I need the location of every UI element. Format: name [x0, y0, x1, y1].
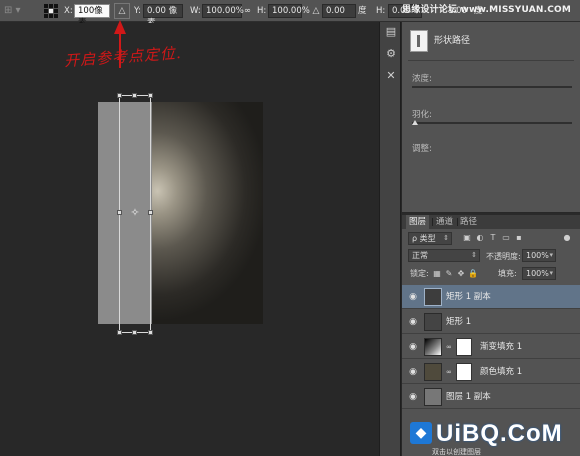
mask-link-icon[interactable]: ∞	[446, 367, 452, 377]
height-scale-field[interactable]: 100.00%	[268, 4, 310, 18]
layer-mask-thumb	[456, 363, 472, 381]
degree-label: 度	[358, 6, 367, 16]
layer-name: 矩形 1 副本	[446, 292, 491, 302]
pixel-layer-thumb-icon	[424, 388, 442, 406]
feather-label: 羽化:	[412, 110, 432, 120]
filter-smart-icon[interactable]: ▪	[514, 233, 524, 243]
layer-row[interactable]: ◉ ∞ 渐变填充 1	[402, 335, 580, 359]
layer-row[interactable]: ◉ 矩形 1	[402, 310, 580, 334]
lock-paint-icon[interactable]: ✎	[444, 269, 454, 279]
strip-button-1[interactable]: ▤	[383, 24, 399, 40]
layer-row[interactable]: ◉ 矩形 1 副本	[402, 285, 580, 309]
properties-panel: 形状路径 浓度: 羽化: 调整:	[402, 22, 580, 212]
transform-handle-bottom-right[interactable]	[148, 330, 153, 335]
opacity-field[interactable]: 100% ▾	[522, 249, 556, 262]
mask-link-icon[interactable]: ∞	[446, 342, 452, 352]
shape-layer-thumb-icon	[424, 288, 442, 306]
width-scale-field[interactable]: 100.00%	[202, 4, 244, 18]
transform-handle-top-left[interactable]	[117, 93, 122, 98]
panel-tabs: 图层 通道 路径	[402, 215, 580, 229]
chevron-down-icon: ▾	[549, 269, 553, 277]
blend-mode-select[interactable]: 正常 ⇕	[408, 249, 480, 262]
visibility-eye-icon[interactable]: ◉	[408, 392, 418, 402]
lock-transparent-icon[interactable]: ▦	[432, 269, 442, 279]
watermark-brand: UiBQ.CoM	[436, 420, 563, 447]
chevron-down-icon: ⇕	[443, 234, 449, 242]
gradient-fill-thumb-icon	[424, 338, 442, 356]
filter-toggle-icon[interactable]: ●	[562, 233, 572, 243]
filter-type-icon[interactable]: T	[488, 233, 498, 243]
fill-field[interactable]: 100% ▾	[522, 267, 556, 280]
density-slider[interactable]	[412, 86, 572, 88]
adjust-properties-icon[interactable]: ⚙	[383, 46, 399, 62]
tools-cross-icon[interactable]: ✕	[383, 68, 399, 84]
tab-layers[interactable]: 图层	[406, 215, 430, 229]
filter-adjust-icon[interactable]: ◐	[475, 233, 485, 243]
lock-move-icon[interactable]: ✥	[456, 269, 466, 279]
layer-name: 颜色填充 1	[480, 367, 523, 377]
feather-slider-knob[interactable]	[412, 120, 418, 125]
rotate-angle-field[interactable]: 0.00	[322, 4, 356, 18]
chevron-down-icon: ⇕	[471, 251, 477, 259]
feather-slider[interactable]	[412, 122, 572, 124]
layer-name: 矩形 1	[446, 317, 472, 327]
site-watermark-bottom: ◆ UiBQ.CoM 双击以创建图层	[402, 416, 580, 456]
layer-row[interactable]: ◉ 图层 1 副本	[402, 385, 580, 409]
watermark-sub: 双击以创建图层	[432, 448, 481, 456]
panel-tool-strip: ▤ ⚙ ✕	[379, 22, 401, 456]
shape-layer-thumb-icon	[424, 313, 442, 331]
uibq-logo-icon: ◆	[410, 422, 432, 444]
visibility-eye-icon[interactable]: ◉	[408, 342, 418, 352]
visibility-eye-icon[interactable]: ◉	[408, 367, 418, 377]
filter-shape-icon[interactable]: ▭	[501, 233, 511, 243]
transform-handle-top[interactable]	[132, 93, 137, 98]
density-label: 浓度:	[412, 74, 432, 84]
transform-handle-top-right[interactable]	[148, 93, 153, 98]
visibility-eye-icon[interactable]: ◉	[408, 317, 418, 327]
tab-channels[interactable]: 通道	[436, 215, 453, 229]
lock-label: 锁定:	[410, 269, 429, 278]
opacity-value: 100%	[526, 251, 549, 260]
visibility-eye-icon[interactable]: ◉	[408, 292, 418, 302]
blend-mode-value: 正常	[412, 251, 428, 260]
layer-row[interactable]: ◉ ∞ 颜色填充 1	[402, 360, 580, 384]
color-fill-thumb-icon	[424, 363, 442, 381]
fill-value: 100%	[526, 269, 549, 278]
transform-handle-bottom-left[interactable]	[117, 330, 122, 335]
h-skew-label: H:	[376, 6, 386, 16]
kind-filter-label: ρ 类型	[412, 234, 436, 243]
link-chain-icon[interactable]: ∞	[244, 0, 251, 22]
lock-all-icon[interactable]: 🔒	[468, 269, 478, 279]
tab-separator	[432, 218, 433, 226]
rotate-angle-icon: △	[312, 6, 320, 16]
layer-mask-thumb	[456, 338, 472, 356]
reference-point-crosshair-icon[interactable]: ✧	[130, 207, 140, 218]
shape-path-icon	[410, 30, 428, 52]
transform-handle-right[interactable]	[148, 210, 153, 215]
tab-separator	[457, 218, 458, 226]
height-label: H:	[257, 6, 267, 16]
site-watermark-top: 思缘设计论坛 www.MISSYUAN.COM	[402, 5, 572, 15]
opacity-label: 不透明度:	[486, 252, 521, 261]
transform-handle-left[interactable]	[117, 210, 122, 215]
layer-name: 图层 1 副本	[446, 392, 491, 402]
properties-title: 形状路径	[434, 36, 471, 46]
chevron-down-icon: ▾	[549, 251, 553, 259]
transform-handle-bottom[interactable]	[132, 330, 137, 335]
fill-label: 填充:	[498, 269, 517, 278]
adjust-label: 调整:	[412, 144, 432, 154]
divider	[408, 60, 574, 61]
tab-paths[interactable]: 路径	[460, 215, 477, 229]
filter-pixel-icon[interactable]: ▣	[462, 233, 472, 243]
kind-filter-select[interactable]: ρ 类型 ⇕	[408, 232, 452, 245]
layer-name: 渐变填充 1	[480, 342, 523, 352]
